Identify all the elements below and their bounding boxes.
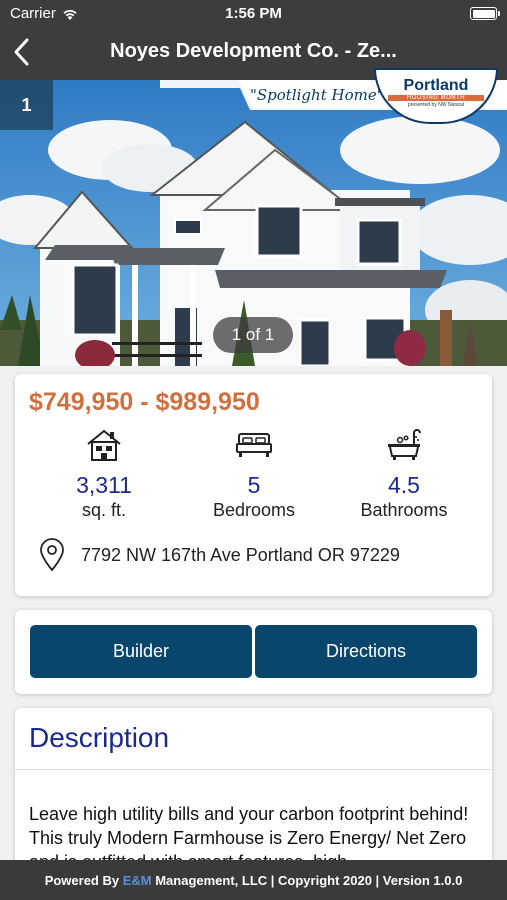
house-icon	[87, 429, 121, 461]
stat-bathrooms-value: 4.5	[388, 472, 420, 498]
footer-bar: Powered By E&M Management, LLC | Copyrig…	[0, 860, 507, 900]
stat-bedrooms-value: 5	[247, 472, 261, 498]
photo-counter: 1 of 1	[213, 317, 293, 353]
bathtub-icon	[388, 429, 421, 460]
footer-brand: E&M	[122, 872, 152, 888]
chevron-left-icon	[14, 38, 29, 66]
stat-bedrooms-label: Bedrooms	[212, 500, 296, 520]
footer-suffix: Management, LLC | Copyright 2020 | Versi…	[151, 872, 463, 888]
footer-prefix: Powered By	[44, 872, 123, 888]
actions-card: Builder Directions	[15, 610, 492, 694]
stat-bathrooms-label: Bathrooms	[360, 500, 448, 520]
badge-subtitle: HOUSING MONTH	[388, 95, 484, 101]
description-divider	[15, 769, 492, 770]
stat-sqft: 3,311 sq. ft.	[25, 426, 183, 521]
stat-bedrooms: 5 Bedrooms	[175, 426, 333, 521]
address-row[interactable]: 7792 NW 167th Ave Portland OR 97229	[39, 538, 400, 572]
status-bar: Carrier 1:56 PM	[0, 0, 507, 28]
back-button[interactable]	[8, 36, 40, 68]
stat-sqft-value: 3,311	[76, 472, 132, 498]
directions-button[interactable]: Directions	[255, 625, 477, 678]
status-time: 1:56 PM	[225, 5, 282, 22]
page-title: Noyes Development Co. - Ze...	[110, 40, 397, 62]
price-range: $749,950 - $989,950	[29, 388, 260, 416]
bed-icon	[236, 433, 272, 457]
builder-button[interactable]: Builder	[30, 625, 252, 678]
battery-icon	[470, 7, 500, 20]
spotlight-home-label: "Spotlight Home"	[250, 86, 384, 104]
stat-sqft-label: sq. ft.	[81, 500, 126, 520]
badge-sponsor: presented by NW Natural	[407, 102, 465, 108]
description-heading: Description	[29, 722, 170, 753]
map-pin-icon	[40, 538, 64, 572]
summary-card: $749,950 - $989,950 3,311 sq. ft. 5 Bedr…	[15, 374, 492, 596]
stat-bathrooms: 4.5 Bathrooms	[325, 426, 483, 521]
photo-index-badge: 1	[0, 80, 53, 130]
badge-title: Portland	[403, 77, 469, 94]
address-text: 7792 NW 167th Ave Portland OR 97229	[81, 544, 400, 565]
